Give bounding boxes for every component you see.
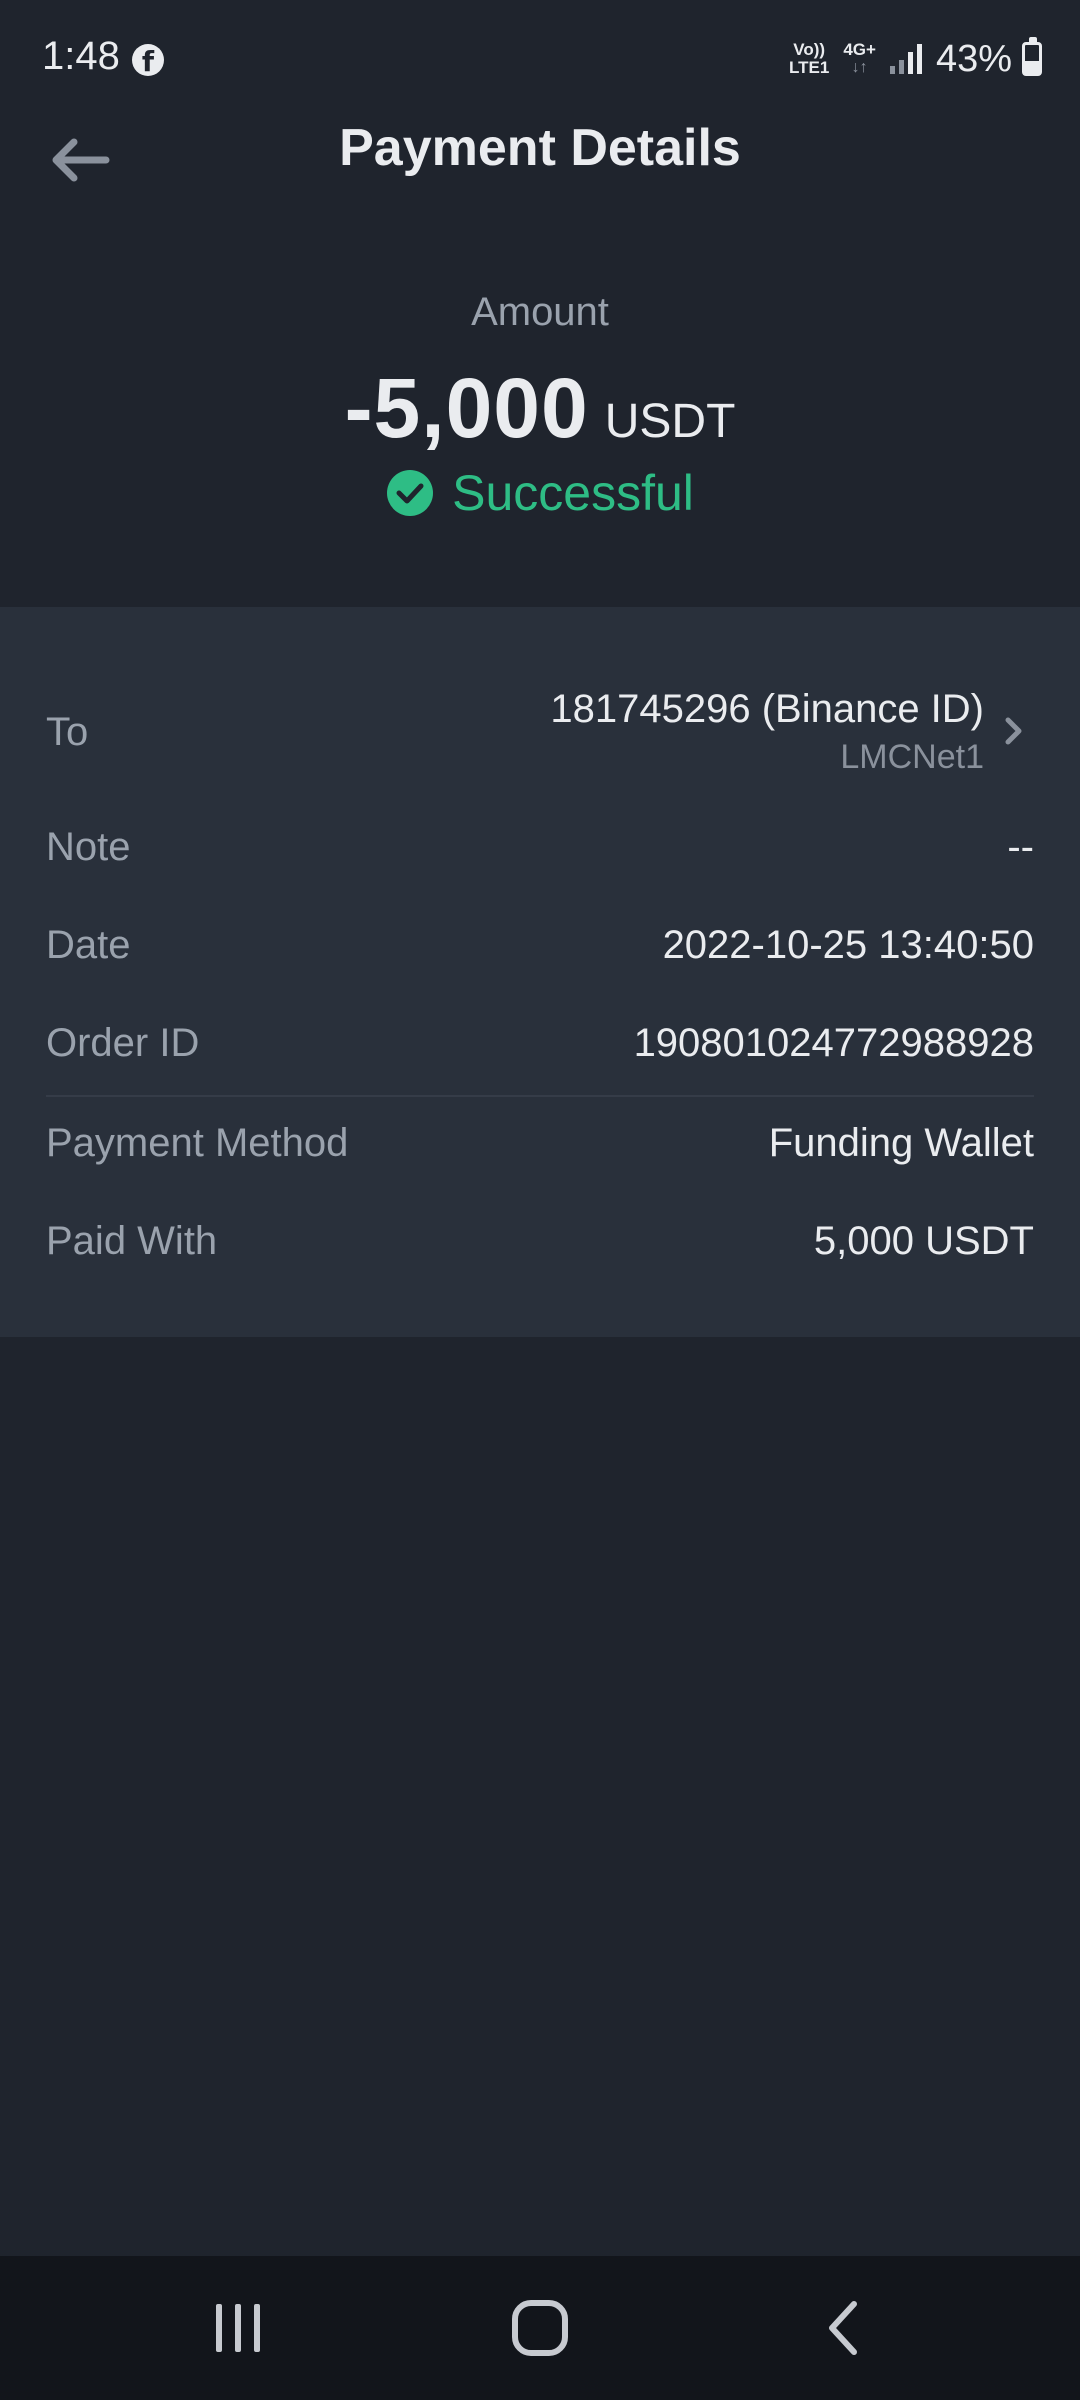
recipient-row[interactable]: To 181745296 (Binance ID) LMCNet1 [46, 677, 1034, 787]
note-row: Note -- [46, 817, 1034, 877]
signal-strength-icon [889, 44, 922, 74]
note-value: -- [1007, 824, 1034, 869]
payment-method-value: Funding Wallet [768, 1120, 1034, 1165]
paid-with-row: Paid With 5,000 USDT [46, 1211, 1034, 1271]
order-id-value[interactable]: 190801024772988928 [634, 1021, 1034, 1066]
note-label: Note [46, 824, 131, 869]
amount-label: Amount [471, 290, 609, 334]
paid-with-value: 5,000 USDT [813, 1218, 1034, 1263]
date-row: Date 2022-10-25 13:40:50 [46, 915, 1034, 975]
home-icon [512, 2300, 568, 2356]
network-type-label: 4G+ [843, 40, 876, 59]
network-type-icon: 4G+ ↓↑ [843, 41, 876, 77]
recent-apps-icon [216, 2304, 260, 2352]
facebook-icon: f [132, 44, 164, 78]
system-nav-bar [0, 2256, 1080, 2400]
network-activity-arrows: ↓↑ [851, 59, 868, 76]
status-indicators: Vo)) LTE1 4G+ ↓↑ 43% [789, 34, 1042, 84]
payment-method-label: Payment Method [46, 1120, 349, 1165]
date-value: 2022-10-25 13:40:50 [662, 922, 1034, 967]
battery-percent: 43% [935, 37, 1012, 80]
recipient-info: 181745296 (Binance ID) LMCNet1 [550, 687, 984, 777]
volte-label: Vo)) [793, 40, 826, 59]
order-id-row: Order ID 190801024772988928 [46, 1013, 1034, 1073]
header: Payment Details [0, 110, 1080, 230]
recipient-name: LMCNet1 [840, 738, 984, 776]
page-title: Payment Details [339, 119, 741, 177]
paid-with-label: Paid With [46, 1218, 218, 1263]
lte-label: LTE1 [789, 58, 830, 77]
details-card: To 181745296 (Binance ID) LMCNet1 Note -… [0, 607, 1080, 1337]
amount-display: -5,000 USDT [0, 360, 1080, 457]
amount-currency: USDT [604, 395, 736, 448]
status-bar: 1:48 f Vo)) LTE1 4G+ ↓↑ 43% [0, 0, 1080, 120]
chevron-right-icon [994, 711, 1034, 751]
check-circle-icon [387, 470, 434, 516]
date-label: Date [46, 922, 131, 967]
system-back-button[interactable] [784, 2278, 904, 2378]
status-time: 1:48 [42, 34, 120, 78]
volte-icon: Vo)) LTE1 [789, 41, 829, 77]
recipient-id: 181745296 (Binance ID) [550, 687, 984, 731]
order-id-label: Order ID [46, 1020, 200, 1065]
transaction-status: Successful [0, 464, 1080, 522]
payment-details-screen: 1:48 f Vo)) LTE1 4G+ ↓↑ 43% Payment Deta… [0, 0, 1080, 2400]
payment-method-row: Payment Method Funding Wallet [46, 1113, 1034, 1173]
divider [46, 1095, 1034, 1097]
battery-icon [1022, 37, 1042, 76]
amount-value: -5,000 [344, 361, 589, 455]
to-label: To [46, 709, 89, 754]
home-button[interactable] [480, 2278, 600, 2378]
status-text: Successful [452, 465, 694, 521]
battery-level-fill [1025, 60, 1039, 73]
recent-apps-button[interactable] [178, 2278, 298, 2378]
back-icon [829, 2301, 857, 2355]
